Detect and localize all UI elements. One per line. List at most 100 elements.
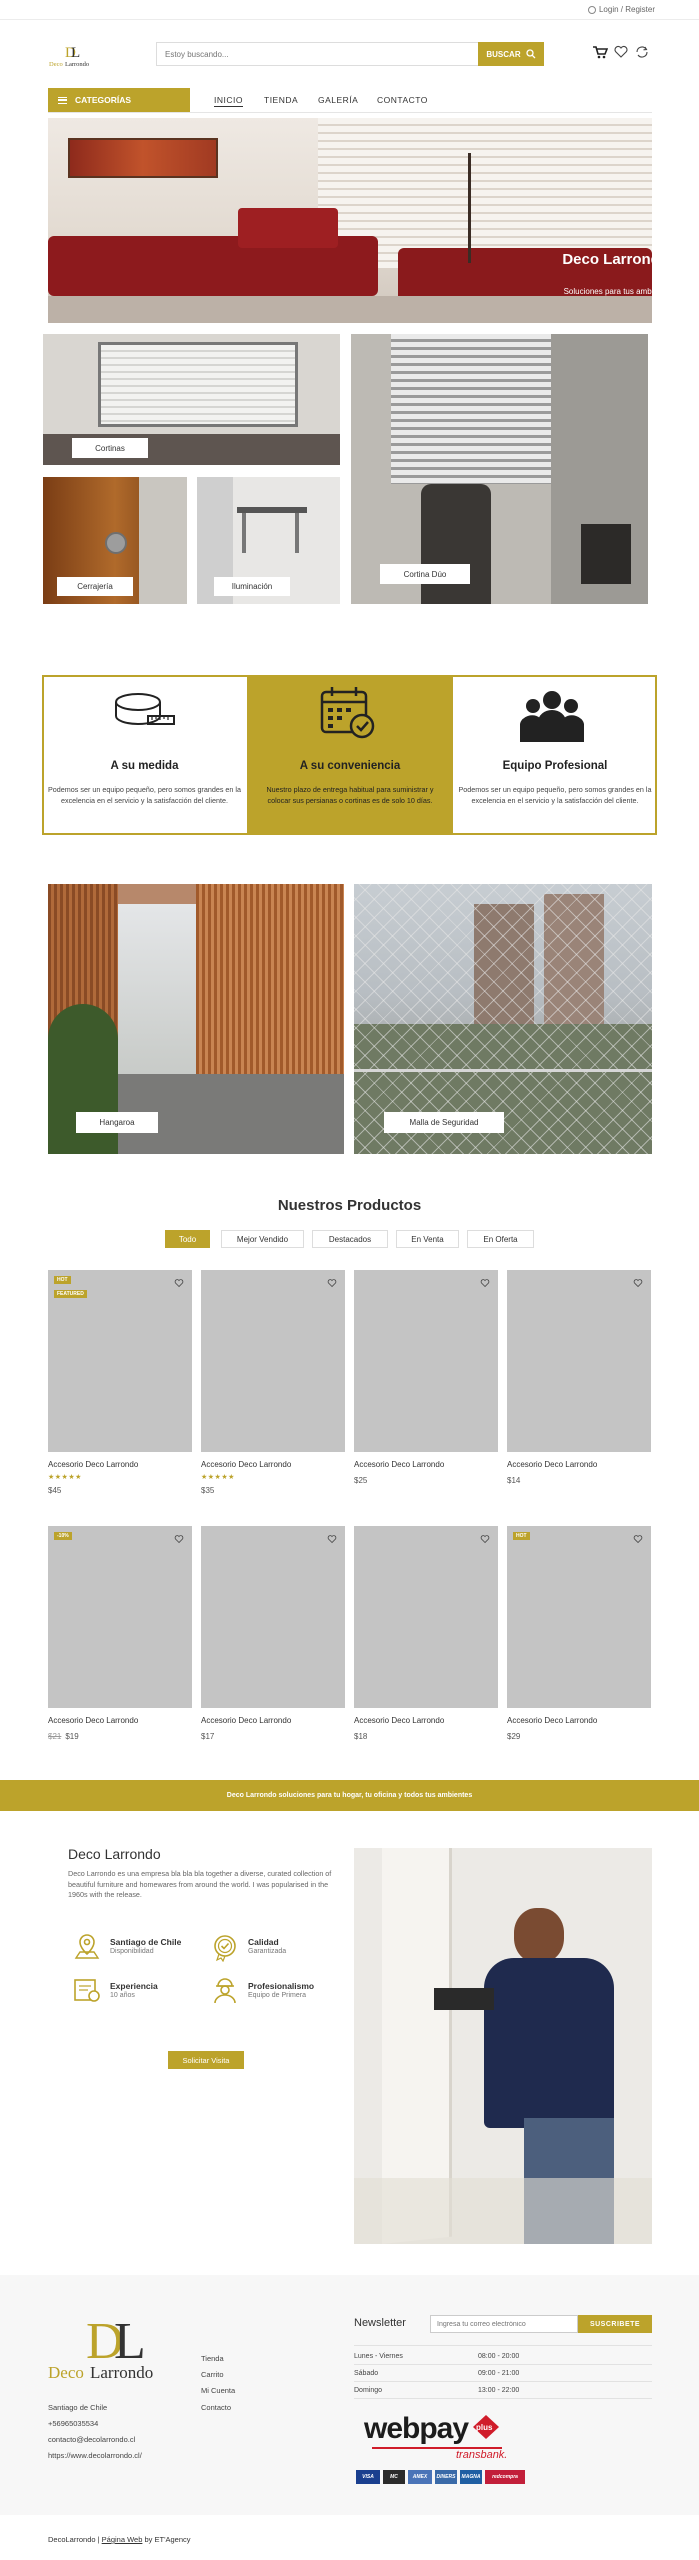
hours-day-weekdays: Lunes - Viernes: [354, 2353, 403, 2360]
product-card[interactable]: Accesorio Deco Larrondo $25: [354, 1270, 498, 1485]
wishlist-heart-icon[interactable]: [633, 1278, 643, 1288]
subscribe-button[interactable]: SUSCRIBETE: [578, 2315, 652, 2333]
tile-cortinas-label[interactable]: Cortinas: [72, 438, 148, 458]
newsletter-email-input[interactable]: [430, 2315, 578, 2333]
product-price-row: $14: [507, 1476, 520, 1485]
wishlist-heart-icon[interactable]: [174, 1278, 184, 1288]
wishlist-heart-icon[interactable]: [633, 1534, 643, 1544]
wishlist-heart-icon[interactable]: [327, 1278, 337, 1288]
filter-todo[interactable]: Todo: [165, 1230, 210, 1248]
filter-en-oferta[interactable]: En Oferta: [467, 1230, 534, 1248]
wishlist-heart-icon[interactable]: [480, 1534, 490, 1544]
hero-banner: [48, 118, 652, 323]
product-image[interactable]: [507, 1270, 651, 1452]
product-card[interactable]: HOT Accesorio Deco Larrondo $29: [507, 1526, 651, 1741]
product-badge: HOT: [513, 1532, 530, 1540]
hours-time-saturday: 09:00 - 21:00: [478, 2370, 520, 2377]
products-title: Nuestros Productos: [277, 1197, 422, 1214]
product-badge: FEATURED: [54, 1290, 87, 1298]
product-rating-stars: ★★★★★: [48, 1474, 82, 1481]
wishlist-heart-icon[interactable]: [327, 1534, 337, 1544]
product-image[interactable]: [201, 1270, 345, 1452]
svg-text:Deco: Deco: [49, 61, 63, 68]
product-badge: HOT: [54, 1276, 71, 1284]
product-image[interactable]: [48, 1526, 192, 1708]
webpay-underline: [372, 2447, 502, 2449]
product-name[interactable]: Accesorio Deco Larrondo: [507, 1716, 597, 1725]
product-name[interactable]: Accesorio Deco Larrondo: [354, 1716, 444, 1725]
hours-divider: [354, 2381, 652, 2382]
transbank-text: transbank.: [456, 2449, 508, 2461]
product-name[interactable]: Accesorio Deco Larrondo: [48, 1460, 138, 1469]
site-logo[interactable]: D L Deco Larrondo: [47, 42, 95, 68]
tile-cerrajeria-label[interactable]: Cerrajería: [57, 577, 133, 596]
compare-icon[interactable]: [634, 44, 650, 60]
filter-mejor-vendido[interactable]: Mejor Vendido: [221, 1230, 304, 1248]
footer-email[interactable]: contacto@decolarrondo.cl: [48, 2435, 135, 2444]
categories-label: CATEGORÍAS: [75, 95, 132, 105]
nav-item-galeria[interactable]: GALERÍA: [318, 95, 358, 105]
search-input[interactable]: [156, 42, 478, 66]
product-card[interactable]: Accesorio Deco Larrondo $18: [354, 1526, 498, 1741]
product-card[interactable]: Accesorio Deco Larrondo ★★★★★ $35: [201, 1270, 345, 1495]
wishlist-heart-icon[interactable]: [480, 1278, 490, 1288]
nav-item-tienda[interactable]: TIENDA: [264, 95, 298, 105]
wishlist-heart-icon[interactable]: [174, 1534, 184, 1544]
product-image[interactable]: [354, 1526, 498, 1708]
product-card[interactable]: -10% Accesorio Deco Larrondo $21 $19: [48, 1526, 192, 1741]
footer-phone[interactable]: +56965035534: [48, 2419, 98, 2428]
about-item-title-experiencia: Experiencia: [110, 1981, 158, 1991]
measuring-tape-icon: [115, 693, 175, 725]
footer-website[interactable]: https://www.decolarrondo.cl/: [48, 2451, 142, 2460]
nav-divider: [48, 112, 652, 113]
product-card[interactable]: Accesorio Deco Larrondo $17: [201, 1526, 345, 1741]
product-price: $17: [201, 1732, 215, 1741]
product-name[interactable]: Accesorio Deco Larrondo: [354, 1460, 444, 1469]
nav-item-contacto[interactable]: CONTACTO: [377, 95, 428, 105]
filter-en-venta[interactable]: En Venta: [396, 1230, 459, 1248]
team-icon: [520, 691, 584, 742]
about-item-title-profesionalismo: Profesionalismo: [248, 1981, 315, 1991]
product-image[interactable]: [354, 1270, 498, 1452]
location-icon: [74, 1934, 100, 1959]
webpay-web: webpay: [364, 2412, 469, 2445]
product-image[interactable]: [507, 1526, 651, 1708]
tile-cortina-duo-label[interactable]: Cortina Dúo: [380, 564, 470, 584]
product-price-row: $21 $19: [48, 1732, 79, 1741]
about-item-sub-calidad: Garantizada: [248, 1948, 287, 1955]
categories-menu-button[interactable]: CATEGORÍAS: [48, 88, 190, 112]
hero-title: Deco Larrondo: [562, 251, 669, 268]
search-button[interactable]: BUSCAR: [478, 42, 544, 66]
product-name[interactable]: Accesorio Deco Larrondo: [48, 1716, 138, 1725]
about-item-sub-santiago: Disponibilidad: [110, 1948, 154, 1955]
footer-link-carrito[interactable]: Carrito: [201, 2370, 224, 2379]
copyright-brand: DecoLarrondo: [48, 2535, 96, 2544]
hours-day-sunday: Domingo: [354, 2387, 383, 2394]
wishlist-heart-icon[interactable]: [613, 44, 629, 60]
product-name[interactable]: Accesorio Deco Larrondo: [507, 1460, 597, 1469]
product-name[interactable]: Accesorio Deco Larrondo: [201, 1460, 291, 1469]
tile-malla-label[interactable]: Malla de Seguridad: [384, 1112, 504, 1133]
product-card[interactable]: HOT FEATURED Accesorio Deco Larrondo ★★★★★ $…: [48, 1270, 192, 1495]
copyright-link[interactable]: Página Web: [102, 2535, 143, 2544]
login-register-link[interactable]: Login / Register: [587, 5, 655, 14]
filter-destacados[interactable]: Destacados: [312, 1230, 388, 1248]
footer-link-mi-cuenta[interactable]: Mi Cuenta: [201, 2386, 235, 2395]
product-price: $25: [354, 1476, 368, 1485]
copyright-agency[interactable]: ET'Agency: [154, 2535, 190, 2544]
footer-logo[interactable]: D L Deco Larrondo: [46, 2312, 194, 2380]
payment-card-logo: MAGNA: [460, 2470, 482, 2484]
request-visit-button[interactable]: Solicitar Visita: [168, 2051, 244, 2069]
footer-link-tienda[interactable]: Tienda: [201, 2354, 224, 2363]
product-price: $35: [201, 1486, 215, 1495]
experience-certificate-icon: [74, 1979, 100, 2002]
product-image[interactable]: [201, 1526, 345, 1708]
feature-title-conveniencia: A su conveniencia: [299, 760, 401, 772]
tile-hangaroa-label[interactable]: Hangaroa: [76, 1112, 158, 1133]
footer-link-contacto[interactable]: Contacto: [201, 2403, 231, 2412]
tile-iluminacion-label[interactable]: Iluminación: [214, 577, 290, 596]
nav-item-inicio[interactable]: INICIO: [214, 95, 243, 107]
product-name[interactable]: Accesorio Deco Larrondo: [201, 1716, 291, 1725]
product-card[interactable]: Accesorio Deco Larrondo $14: [507, 1270, 651, 1485]
cart-icon[interactable]: [592, 44, 608, 60]
